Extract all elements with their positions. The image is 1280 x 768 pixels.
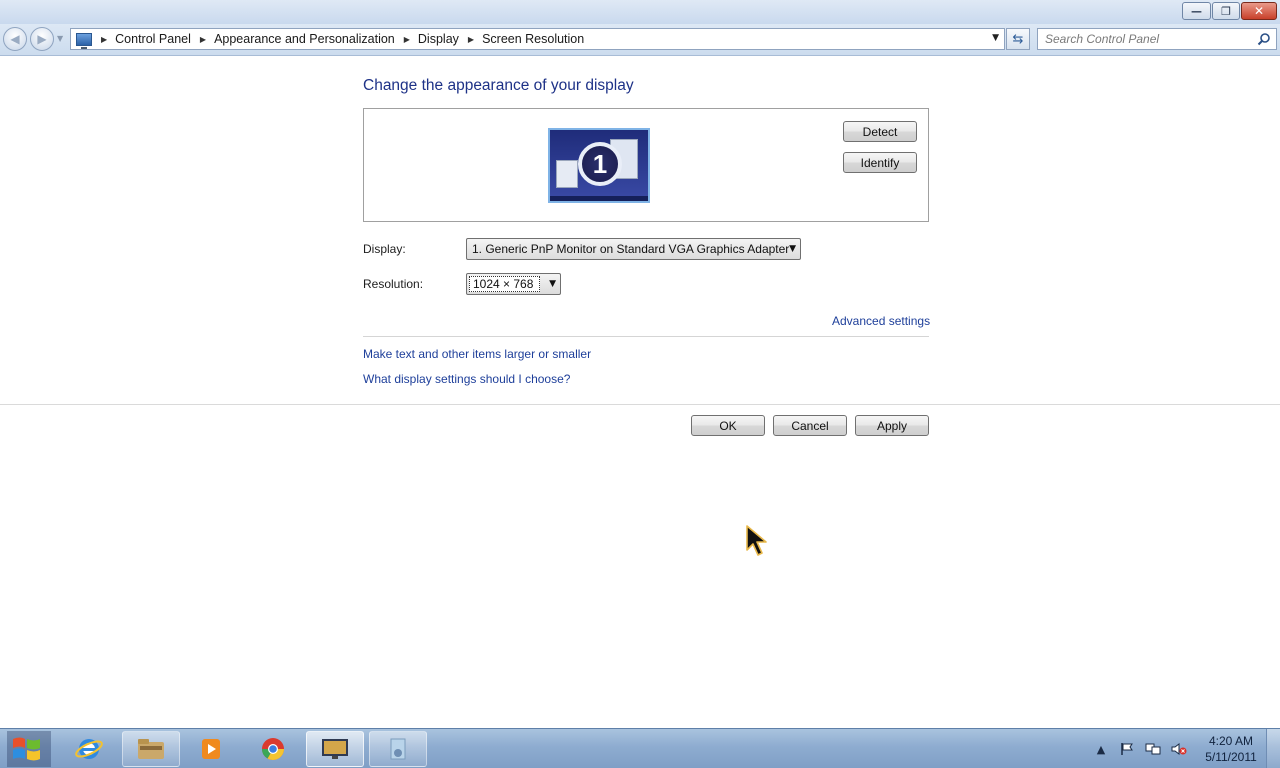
- cancel-button[interactable]: Cancel: [773, 415, 847, 436]
- monitor-number-badge: 1: [578, 142, 622, 186]
- monitor-taskbar-graphic: [550, 196, 648, 201]
- back-arrow-icon: ◀: [10, 32, 20, 46]
- navigation-bar: ◀ ▶ ▼ ▶ Control Panel ▶ Appearance and P…: [0, 24, 1280, 56]
- media-library-icon: [390, 738, 406, 760]
- start-button[interactable]: [1, 729, 53, 768]
- address-history-dropdown-icon[interactable]: ▼: [992, 33, 999, 43]
- taskbar-screen-resolution-window[interactable]: [306, 731, 364, 767]
- breadcrumb-screen-resolution[interactable]: Screen Resolution: [482, 32, 584, 46]
- minimize-icon: —: [1191, 4, 1202, 18]
- monitor-1-thumbnail[interactable]: 1: [548, 128, 650, 203]
- chevron-down-icon: ▼: [789, 244, 796, 254]
- system-clock[interactable]: 4:20 AM 5/11/2011: [1196, 733, 1266, 765]
- refresh-button[interactable]: ⇆: [1006, 28, 1030, 50]
- volume-muted-icon[interactable]: [1170, 740, 1188, 758]
- taskbar-chrome[interactable]: [244, 731, 302, 767]
- search-input[interactable]: [1045, 29, 1255, 49]
- taskbar-file-explorer[interactable]: [122, 731, 180, 767]
- close-button[interactable]: ✕: [1241, 2, 1277, 20]
- resolution-label: Resolution:: [363, 277, 424, 291]
- show-hidden-icons-icon[interactable]: ▲: [1092, 740, 1110, 758]
- search-box[interactable]: [1037, 28, 1277, 50]
- resolution-dropdown[interactable]: 1024 × 768 ▼: [466, 273, 561, 295]
- folder-icon: [138, 739, 164, 759]
- breadcrumb-display[interactable]: Display: [418, 32, 459, 46]
- media-player-icon: [202, 739, 220, 759]
- divider: [363, 336, 929, 337]
- address-bar[interactable]: ▶ Control Panel ▶ Appearance and Persona…: [70, 28, 1005, 50]
- action-center-flag-icon[interactable]: [1118, 740, 1136, 758]
- display-dropdown-value: 1. Generic PnP Monitor on Standard VGA G…: [472, 242, 790, 256]
- display-monitor-icon: [322, 739, 348, 759]
- taskbar-internet-explorer[interactable]: [60, 731, 118, 767]
- clock-time: 4:20 AM: [1208, 734, 1254, 748]
- close-icon: ✕: [1253, 4, 1265, 18]
- monitor-window-graphic: [556, 160, 578, 188]
- apply-button[interactable]: Apply: [855, 415, 929, 436]
- identify-button[interactable]: Identify: [843, 152, 917, 173]
- chevron-down-icon: ▼: [549, 279, 556, 289]
- breadcrumb-separator-icon[interactable]: ▶: [101, 35, 107, 44]
- display-help-link[interactable]: What display settings should I choose?: [363, 372, 570, 386]
- advanced-settings-link[interactable]: Advanced settings: [832, 314, 930, 328]
- show-desktop-button[interactable]: [1266, 729, 1280, 768]
- restore-icon: ❐: [1221, 4, 1231, 18]
- back-button[interactable]: ◀: [3, 27, 27, 51]
- text-size-link[interactable]: Make text and other items larger or smal…: [363, 347, 591, 361]
- taskbar-media-center[interactable]: [369, 731, 427, 767]
- internet-explorer-icon: [75, 739, 103, 759]
- page-title: Change the appearance of your display: [363, 77, 634, 94]
- breadcrumb-separator-icon[interactable]: ▶: [404, 35, 410, 44]
- window-title-bar: — ❐ ✕: [0, 0, 1280, 24]
- ok-button[interactable]: OK: [691, 415, 765, 436]
- resolution-dropdown-value: 1024 × 768: [469, 276, 540, 292]
- footer-divider: [0, 404, 1280, 405]
- display-label: Display:: [363, 242, 406, 256]
- breadcrumb-appearance[interactable]: Appearance and Personalization: [214, 32, 395, 46]
- search-icon[interactable]: [1257, 32, 1271, 46]
- recent-pages-dropdown-icon[interactable]: ▼: [57, 34, 63, 43]
- refresh-icon: ⇆: [1012, 31, 1024, 47]
- windows-logo-icon: [7, 731, 51, 767]
- network-icon[interactable]: [1144, 740, 1162, 758]
- display-dropdown[interactable]: 1. Generic PnP Monitor on Standard VGA G…: [466, 238, 801, 260]
- control-panel-icon: [76, 32, 92, 49]
- forward-button[interactable]: ▶: [30, 27, 54, 51]
- taskbar-media-player[interactable]: [182, 731, 240, 767]
- detect-button[interactable]: Detect: [843, 121, 917, 142]
- mouse-cursor-icon: [746, 525, 767, 556]
- clock-date: 5/11/2011: [1205, 750, 1257, 764]
- breadcrumb-separator-icon[interactable]: ▶: [200, 35, 206, 44]
- breadcrumb-separator-icon[interactable]: ▶: [468, 35, 474, 44]
- restore-button[interactable]: ❐: [1212, 2, 1240, 20]
- forward-arrow-icon: ▶: [37, 32, 47, 46]
- system-tray: ▲ 4:20 AM 5/11/2011: [1092, 729, 1280, 768]
- minimize-button[interactable]: —: [1182, 2, 1211, 20]
- chrome-icon: [262, 738, 284, 760]
- monitor-preview-area: 1 Detect Identify: [363, 108, 929, 222]
- breadcrumb-control-panel[interactable]: Control Panel: [115, 32, 191, 46]
- taskbar: ▲ 4:20 AM 5/11/2011: [0, 728, 1280, 768]
